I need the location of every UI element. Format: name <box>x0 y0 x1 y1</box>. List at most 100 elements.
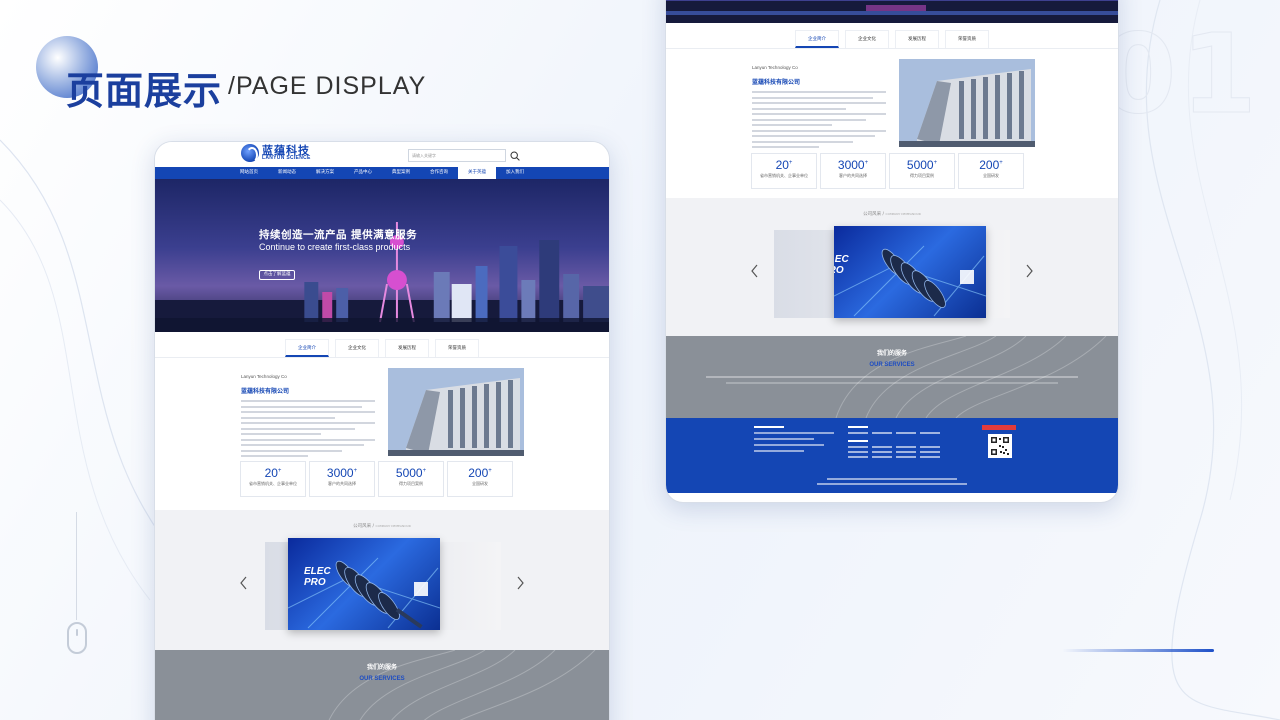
stat-label: 省市营销机关、企事业单位 <box>249 481 297 486</box>
slide-text-1: ELEC <box>304 566 331 577</box>
showcase-subtitle: COMPANY DEMEANOUR <box>885 212 921 216</box>
about-section: Lanyun Technology Co 蓝蕴科技有限公司 20+ 省市营销机关、… <box>666 49 1118 198</box>
showcase-subtitle: COMPANY DEMEANOUR <box>375 524 411 528</box>
nav-item-join[interactable]: 加入我们 <box>496 167 534 179</box>
website-preview-top: 蓝蕴科技 LANYUN SCIENCE 请输入关键字 网站首页 新闻动态 解决方… <box>154 141 610 720</box>
nav-item-about[interactable]: 关于英蕴 <box>458 167 496 179</box>
site-logo[interactable]: 蓝蕴科技 LANYUN SCIENCE <box>241 144 311 163</box>
footer-links <box>848 426 940 458</box>
industrial-screw-image <box>834 245 986 317</box>
carousel-next-icon[interactable] <box>1024 264 1034 278</box>
stat-label: 得力项目案例 <box>399 481 423 486</box>
tab-honors[interactable]: 荣誉资质 <box>945 30 989 48</box>
carousel-next-icon[interactable] <box>515 576 525 590</box>
carousel-main-slide[interactable]: ELECPRO <box>834 226 986 318</box>
services-background-pattern <box>328 650 596 720</box>
showcase-title: 公司风采 / COMPANY DEMEANOUR <box>155 523 609 529</box>
company-building-image <box>388 368 524 456</box>
decorative-line <box>1062 649 1214 652</box>
stat-number: 20 <box>775 158 789 172</box>
stat-label: 客户的共同选择 <box>839 173 867 178</box>
qr-code-image <box>988 434 1012 458</box>
banner-headline-en: Continue to create first-class products <box>259 242 411 252</box>
tab-culture[interactable]: 企业文化 <box>335 339 379 357</box>
stat-number: 5000 <box>906 158 934 172</box>
logo-icon <box>241 144 259 163</box>
mouse-scroll-icon <box>67 622 87 654</box>
showcase-section: 公司风采 / COMPANY DEMEANOUR ELECPRO <box>666 198 1118 336</box>
footer-contact <box>754 426 834 456</box>
logo-text-en: LANYUN SCIENCE <box>262 155 311 161</box>
site-header: 蓝蕴科技 LANYUN SCIENCE 请输入关键字 <box>155 142 609 167</box>
nav-item-solutions[interactable]: 解决方案 <box>306 167 344 179</box>
nav-item-cooperation[interactable]: 合作咨询 <box>420 167 458 179</box>
stat-card: 3000+ 客户的共同选择 <box>309 461 375 497</box>
carousel-main-slide[interactable]: ELECPRO <box>288 538 440 630</box>
website-preview-bottom: 企业简介 企业文化 发展历程 荣誉资质 Lanyun Technology Co… <box>665 0 1119 503</box>
about-company-cn: 蓝蕴科技有限公司 <box>241 388 290 395</box>
stat-number: 200 <box>979 158 1000 172</box>
search-icon <box>509 150 520 161</box>
stats-row: 20+ 省市营销机关、企事业单位 3000+ 客户的共同选择 5000+ 得力项目案例… <box>751 153 1024 189</box>
carousel-prev-icon[interactable] <box>239 576 249 590</box>
stat-card: 3000+ 客户的共同选择 <box>820 153 886 189</box>
tab-profile[interactable]: 企业简介 <box>285 339 329 357</box>
slide-text-2: PRO <box>834 265 844 276</box>
showcase-title: 公司风采 / COMPANY DEMEANOUR <box>666 211 1118 217</box>
tab-honors[interactable]: 荣誉资质 <box>435 339 479 357</box>
about-company-cn: 蓝蕴科技有限公司 <box>752 79 801 86</box>
carousel-prev-icon[interactable] <box>750 264 760 278</box>
nav-item-news[interactable]: 新闻动态 <box>268 167 306 179</box>
services-title-en: OUR SERVICES <box>359 676 405 682</box>
stat-label: 客户的共同选择 <box>328 481 356 486</box>
stat-label: 省市营销机关、企事业单位 <box>760 173 808 178</box>
slide-text-2: PRO <box>304 577 326 588</box>
about-section: Lanyun Technology Co 蓝蕴科技有限公司 20+ 省市营销机关、… <box>155 358 609 510</box>
about-company-en: Lanyun Technology Co <box>752 65 798 70</box>
services-section: 我们的服务 OUR SERVICES <box>155 650 609 720</box>
stat-card: 200+ 全国研发 <box>447 461 513 497</box>
stat-card: 5000+ 得力项目案例 <box>889 153 955 189</box>
services-text-placeholder <box>706 376 1078 378</box>
stat-number: 3000 <box>837 158 865 172</box>
about-tabs: 企业简介 企业文化 发展历程 荣誉资质 <box>666 23 1118 49</box>
search-button[interactable] <box>506 149 523 162</box>
page-subtitle: /PAGE DISPLAY <box>228 72 427 100</box>
slide-text-1: ELEC <box>834 254 849 265</box>
stat-label: 全国研发 <box>983 173 999 178</box>
stat-number: 5000 <box>395 466 423 480</box>
stat-card: 5000+ 得力项目案例 <box>378 461 444 497</box>
hero-banner: 持续创造一流产品 提供满意服务 Continue to create first… <box>155 179 609 332</box>
stat-card: 20+ 省市营销机关、企事业单位 <box>240 461 306 497</box>
banner-headline-cn: 持续创造一流产品 提供满意服务 <box>259 229 418 241</box>
hero-banner-tail <box>666 0 1118 23</box>
banner-learn-more-button[interactable]: 点击了解蓝蕴 <box>259 270 295 280</box>
footer-copyright <box>666 478 1118 488</box>
services-title-en: OUR SERVICES <box>869 362 915 368</box>
stat-card: 20+ 省市营销机关、企事业单位 <box>751 153 817 189</box>
nav-item-cases[interactable]: 典型案例 <box>382 167 420 179</box>
showcase-title-text: 公司风采 / <box>353 524 375 529</box>
tab-history[interactable]: 发展历程 <box>385 339 429 357</box>
about-text-placeholder <box>241 400 375 461</box>
company-building-image <box>899 59 1035 147</box>
services-title-cn: 我们的服务 <box>876 350 907 357</box>
slide-heading: ELECPRO <box>834 254 849 276</box>
stats-row: 20+ 省市营销机关、企事业单位 3000+ 客户的共同选择 5000+ 得力项目案例… <box>240 461 513 497</box>
services-section: 我们的服务 OUR SERVICES <box>666 336 1118 418</box>
stat-label: 得力项目案例 <box>910 173 934 178</box>
showcase-section: 公司风采 / COMPANY DEMEANOUR ELECPRO <box>155 510 609 650</box>
tab-culture[interactable]: 企业文化 <box>845 30 889 48</box>
about-tabs: 企业简介 企业文化 发展历程 荣誉资质 <box>155 332 609 358</box>
nav-item-products[interactable]: 产品中心 <box>344 167 382 179</box>
nav-item-home[interactable]: 网站首页 <box>230 167 268 179</box>
about-company-en: Lanyun Technology Co <box>241 374 287 379</box>
tab-profile[interactable]: 企业简介 <box>795 30 839 48</box>
stat-number: 3000 <box>326 466 354 480</box>
stat-number: 200 <box>468 466 489 480</box>
tab-history[interactable]: 发展历程 <box>895 30 939 48</box>
showcase-title-text: 公司风采 / <box>863 212 885 217</box>
site-footer <box>666 418 1118 493</box>
stat-number: 20 <box>264 466 278 480</box>
search-input[interactable]: 请输入关键字 <box>408 149 506 162</box>
